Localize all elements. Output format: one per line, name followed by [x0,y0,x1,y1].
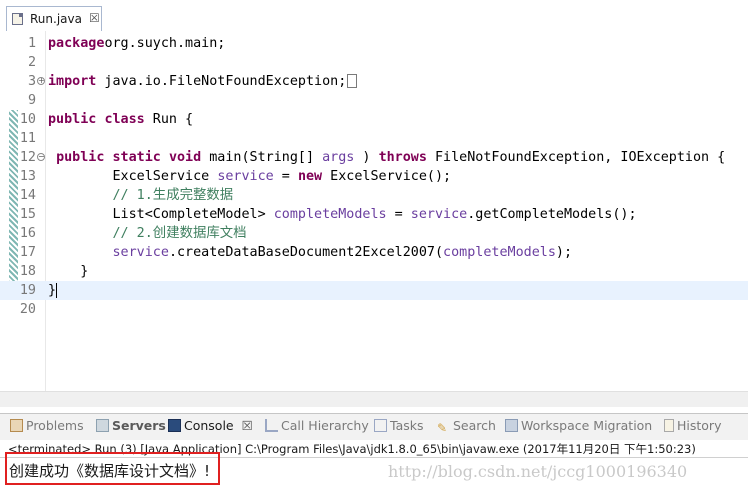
line-number: 13 [19,169,36,184]
code-line[interactable]: 19} [0,281,748,300]
tab-problems[interactable]: Problems [10,418,84,436]
line-number: 17 [19,245,36,260]
collapse-fold-icon[interactable]: − [37,153,45,161]
editor-tab-label: Run.java [30,12,82,26]
line-number: 18 [19,264,36,279]
tab-console[interactable]: Console ☒ [168,418,253,436]
close-icon[interactable]: ☒ [242,418,253,433]
call-hierarchy-icon [265,419,278,432]
code-text: service.createDataBaseDocument2Excel2007… [48,245,573,260]
code-line[interactable]: 17 service.createDataBaseDocument2Excel2… [0,243,748,262]
line-number: 16 [19,226,36,241]
views-tab-bar: Problems Servers Console ☒ Call Hierarch… [0,413,748,441]
code-text: public static void main(String[] args ) … [56,150,726,165]
tab-problems-label: Problems [26,418,84,433]
watermark: http://blog.csdn.net/jccg1000196340 [388,462,688,481]
line-number: 1 [27,36,36,51]
console-view[interactable]: <terminated> Run (3) [Java Application] … [0,440,748,493]
line-number: 20 [19,302,36,317]
line-number: 9 [27,93,36,108]
line-number: 11 [19,131,36,146]
line-number: 3 [27,74,36,89]
code-text: // 2.创建数据库文档 [48,226,247,241]
editor-tab-bar: Run.java ☒ [0,0,748,32]
java-file-icon [12,13,23,25]
code-line[interactable]: 18 } [0,262,748,281]
history-icon [664,419,674,432]
code-line[interactable]: 3 + import java.io.FileNotFoundException; [0,72,748,91]
tab-tasks[interactable]: Tasks [374,418,424,436]
editor-tab-run-java[interactable]: Run.java ☒ [6,6,102,31]
code-line[interactable]: 1 packageorg.suych.main; [0,34,748,53]
code-text: // 1.生成完整数据 [48,188,234,203]
line-number: 2 [27,55,36,70]
problems-icon [10,419,23,432]
code-line[interactable]: 20 [0,300,748,319]
code-line[interactable]: 14 // 1.生成完整数据 [0,186,748,205]
tab-workspace-migration-label: Workspace Migration [521,418,653,433]
expand-fold-icon[interactable]: + [37,77,45,85]
close-icon[interactable]: ☒ [89,11,100,25]
folded-code-marker[interactable] [347,74,358,88]
code-line[interactable]: 10 public class Run { [0,110,748,129]
code-line[interactable]: 15 List<CompleteModel> completeModels = … [0,205,748,224]
console-icon [168,419,181,432]
text-cursor [56,282,58,298]
console-output: 创建成功《数据库设计文档》! [9,462,211,480]
tab-history[interactable]: History [664,418,721,436]
code-text: import java.io.FileNotFoundException; [48,72,358,91]
tab-console-label: Console [184,418,234,433]
line-number: 14 [19,188,36,203]
code-line[interactable]: 12− public static void main(String[] arg… [0,148,748,167]
search-icon: ✎ [437,421,448,435]
tab-search-label: Search [453,418,496,433]
servers-icon [96,419,109,432]
tab-servers-label: Servers [112,418,166,433]
line-number: 15 [19,207,36,222]
code-line[interactable]: 11 [0,129,748,148]
code-line[interactable]: 2 [0,53,748,72]
line-number: 10 [19,112,36,127]
tab-history-label: History [677,418,722,433]
code-text: } [48,264,89,279]
horizontal-scrollbar[interactable] [0,391,748,407]
code-line[interactable]: 16 // 2.创建数据库文档 [0,224,748,243]
code-text: public class Run { [48,112,194,127]
tab-servers[interactable]: Servers [96,418,166,436]
tab-call-hierarchy[interactable]: Call Hierarchy [265,418,369,436]
code-line[interactable]: 13 ExcelService service = new ExcelServi… [0,167,748,186]
code-text: ExcelService service = new ExcelService(… [48,169,452,184]
line-number: 19 [19,283,36,298]
code-text: packageorg.suych.main; [48,36,226,51]
workspace-migration-icon [505,419,518,432]
code-text: List<CompleteModel> completeModels = ser… [48,207,637,222]
tab-search[interactable]: ✎ Search [437,418,496,436]
line-number: 12 [19,150,36,165]
code-text: } [48,282,58,298]
tab-workspace-migration[interactable]: Workspace Migration [505,418,652,436]
code-editor[interactable]: 1 packageorg.suych.main; 2 3 + import java.io… [0,31,748,407]
tab-call-hierarchy-label: Call Hierarchy [281,418,369,433]
tab-tasks-label: Tasks [390,418,424,433]
tasks-icon [374,419,387,432]
code-line[interactable]: 9 [0,91,748,110]
